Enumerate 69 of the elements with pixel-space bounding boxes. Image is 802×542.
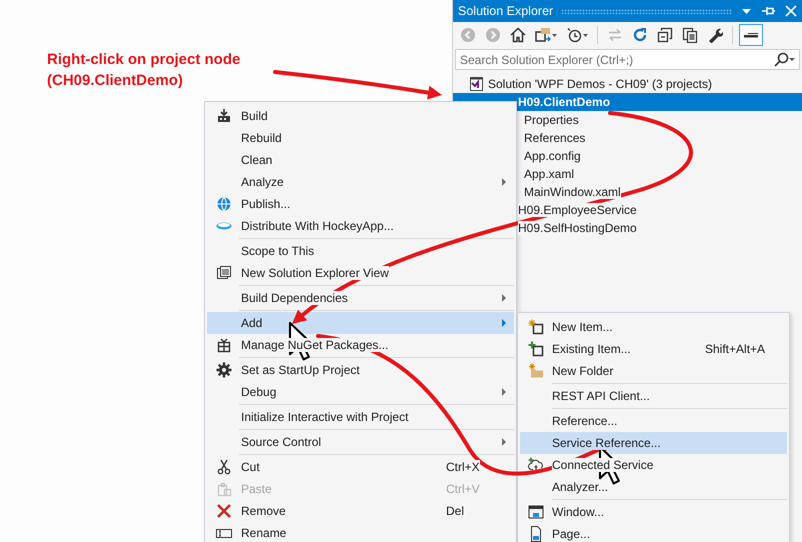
submenu-arrow-icon <box>502 178 506 186</box>
menu-item[interactable]: New Item... <box>520 316 787 338</box>
menu-item[interactable]: Set as StartUp Project <box>207 359 514 381</box>
history-clock-icon <box>566 27 582 43</box>
search-icon <box>773 52 789 68</box>
submenu-arrow-icon <box>502 438 506 446</box>
window-icon <box>528 504 544 520</box>
new-folder-icon <box>528 363 544 379</box>
search-field[interactable]: Search Solution Explorer (Ctrl+;) <box>455 49 800 70</box>
new-item-icon <box>528 319 544 335</box>
submenu-arrow-icon <box>502 319 506 327</box>
gear-icon <box>216 362 232 378</box>
submenu-arrow-icon <box>502 388 506 396</box>
cloud-plug-icon <box>528 457 544 473</box>
dropdown-caret-icon <box>789 58 795 61</box>
annotation-text: (CH09.ClientDemo) <box>47 71 184 91</box>
page-icon <box>528 526 544 542</box>
collapse-all-icon <box>657 27 673 43</box>
delete-x-icon <box>216 503 232 519</box>
menu-item[interactable]: Manage NuGet Packages... <box>207 334 514 356</box>
menu-item[interactable]: Window... <box>520 501 787 523</box>
menu-item[interactable]: Remove Del <box>207 500 514 522</box>
solution-icon <box>468 76 484 92</box>
scissors-icon <box>216 459 232 475</box>
menu-item[interactable]: Add <box>207 312 514 334</box>
sync-arrows-icon <box>607 27 623 43</box>
dropdown-caret-icon <box>552 34 557 36</box>
tree-item[interactable]: H09.ClientDemo <box>453 93 802 111</box>
menu-item[interactable]: REST API Client... <box>520 385 787 407</box>
close-icon <box>784 4 798 18</box>
dropdown-caret-icon <box>583 34 588 36</box>
pin-icon <box>761 4 776 18</box>
refresh-icon <box>632 27 648 43</box>
menu-item[interactable]: Connected Service <box>520 454 787 476</box>
globe-icon <box>216 196 232 212</box>
menu-item[interactable]: Rename <box>207 522 514 542</box>
home-icon <box>510 27 526 43</box>
preview-icon <box>744 32 758 38</box>
menu-item[interactable]: New Folder <box>520 360 787 382</box>
menu-item[interactable]: Page... <box>520 523 787 542</box>
close-button[interactable] <box>784 4 798 18</box>
menu-item[interactable]: Scope to This <box>207 240 514 262</box>
menu-item[interactable]: Analyzer... <box>520 476 787 498</box>
menu-item[interactable]: Service Reference... <box>520 432 787 454</box>
clipboard-icon <box>216 481 232 497</box>
tree-item[interactable]: Solution 'WPF Demos - CH09' (3 projects) <box>453 75 802 93</box>
window-list-icon <box>216 265 232 281</box>
wrench-icon <box>707 27 723 43</box>
menu-item[interactable]: Build Dependencies <box>207 287 514 309</box>
switch-views-icon <box>535 27 551 43</box>
panel-title: Solution Explorer <box>458 4 554 18</box>
gift-icon <box>216 337 232 353</box>
show-all-files-icon <box>682 27 698 43</box>
menu-item[interactable]: Cut Ctrl+X <box>207 456 514 478</box>
build-icon <box>216 108 232 124</box>
menu-item[interactable]: Debug <box>207 381 514 403</box>
menu-item[interactable]: Reference... <box>520 410 787 432</box>
menu-item[interactable]: Source Control <box>207 431 514 453</box>
toolbar-button[interactable] <box>739 24 763 46</box>
menu-item[interactable]: Initialize Interactive with Project <box>207 406 514 428</box>
back-icon <box>460 27 476 43</box>
search-input[interactable]: Search Solution Explorer (Ctrl+;) <box>460 50 773 69</box>
pin-button[interactable] <box>761 4 776 18</box>
add-existing-icon <box>528 341 544 357</box>
submenu-arrow-icon <box>502 294 506 302</box>
annotation-text: Right-click on project node <box>47 50 240 70</box>
menu-item[interactable]: New Solution Explorer View <box>207 262 514 284</box>
menu-item[interactable]: Existing Item... Shift+Alt+A <box>520 338 787 360</box>
forward-icon <box>485 27 501 43</box>
